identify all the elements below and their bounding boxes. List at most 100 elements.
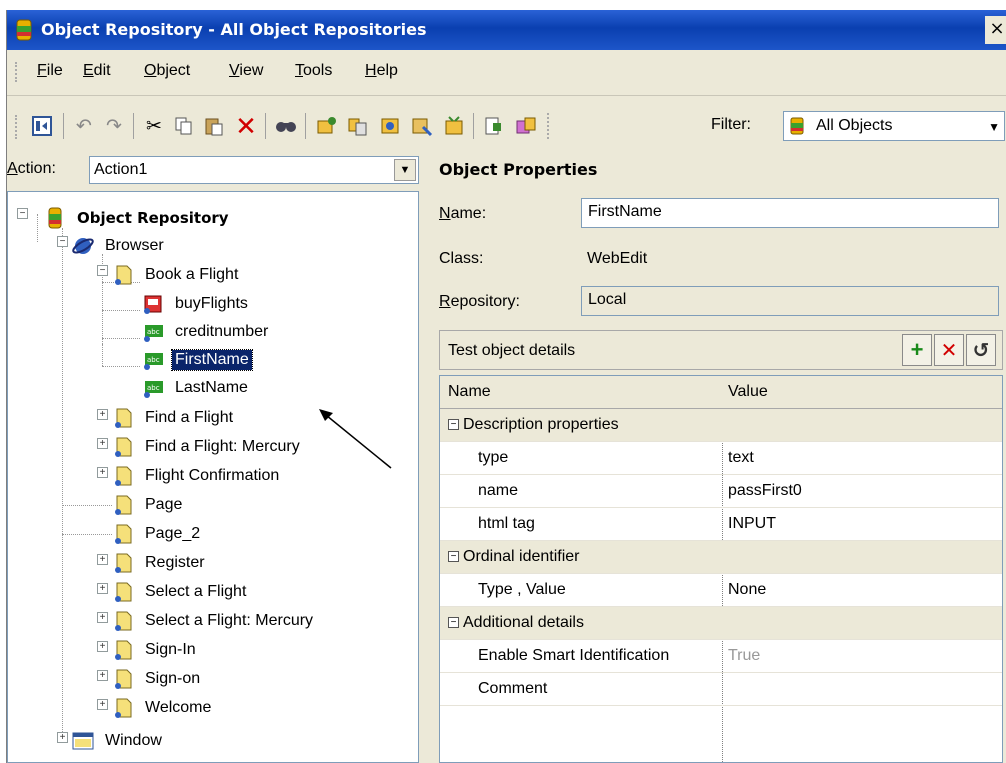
svg-text:abc: abc bbox=[147, 384, 160, 392]
tree-line bbox=[102, 338, 140, 339]
expand-toggle[interactable]: + bbox=[97, 554, 108, 565]
close-button[interactable]: × bbox=[985, 16, 1006, 44]
tree-item-browser[interactable]: Browser bbox=[72, 232, 167, 260]
expand-toggle[interactable]: + bbox=[97, 467, 108, 478]
tree-item-select-a-flight[interactable]: Select a Flight bbox=[112, 578, 249, 606]
group-additional-details[interactable]: − Additional details bbox=[440, 607, 1002, 640]
menu-edit[interactable]: Edit bbox=[83, 62, 111, 80]
object-spy-icon[interactable] bbox=[377, 113, 403, 139]
properties-icon[interactable] bbox=[29, 113, 55, 139]
property-row-smart-identification[interactable]: Enable Smart Identification True bbox=[440, 640, 1002, 673]
tree-item-creditnumber[interactable]: abc creditnumber bbox=[142, 318, 271, 346]
repository-label: Repository: bbox=[439, 293, 520, 310]
tree-item-find-a-flight[interactable]: Find a Flight bbox=[112, 404, 236, 432]
page-icon bbox=[115, 553, 132, 573]
locate-icon[interactable] bbox=[481, 113, 507, 139]
property-row-type-value[interactable]: Type , Value None bbox=[440, 574, 1002, 607]
menu-file[interactable]: File bbox=[37, 62, 63, 80]
navigate-icon[interactable] bbox=[441, 113, 467, 139]
tree-item-object-repository[interactable]: Object Repository bbox=[44, 204, 232, 232]
collapse-toggle[interactable]: − bbox=[448, 617, 459, 629]
class-value: WebEdit bbox=[587, 250, 648, 267]
tree-item-window[interactable]: Window bbox=[72, 727, 165, 755]
group-ordinal-identifier[interactable]: − Ordinal identifier bbox=[440, 541, 1002, 574]
expand-toggle[interactable]: + bbox=[97, 641, 108, 652]
toolbar-separator bbox=[473, 113, 474, 139]
expand-toggle[interactable]: + bbox=[97, 583, 108, 594]
page-icon bbox=[115, 466, 132, 486]
menu-tools[interactable]: Tools bbox=[295, 62, 332, 80]
toolbar-separator bbox=[305, 113, 306, 139]
toolbar-grip bbox=[15, 115, 18, 139]
name-field[interactable]: FirstName bbox=[581, 198, 999, 228]
property-row-comment[interactable]: Comment bbox=[440, 673, 1002, 706]
tree-line bbox=[62, 534, 112, 535]
paste-icon[interactable] bbox=[201, 113, 227, 139]
undo-icon[interactable]: ↶ bbox=[71, 113, 97, 139]
remove-property-button[interactable]: ✕ bbox=[934, 334, 964, 366]
column-header-name[interactable]: Name bbox=[448, 383, 491, 401]
collapse-toggle[interactable]: − bbox=[17, 208, 28, 219]
tree-item-page-2[interactable]: Page_2 bbox=[112, 520, 203, 548]
edit-field-icon: abc bbox=[144, 325, 163, 342]
menu-object[interactable]: Object bbox=[144, 62, 190, 80]
tree-item-register[interactable]: Register bbox=[112, 549, 208, 577]
page-icon bbox=[115, 524, 132, 544]
tree-item-sign-in[interactable]: Sign-In bbox=[112, 636, 199, 664]
expand-toggle[interactable]: + bbox=[97, 612, 108, 623]
page-icon bbox=[115, 265, 132, 285]
svg-text:abc: abc bbox=[147, 328, 160, 336]
class-label: Class: bbox=[439, 250, 484, 267]
cut-icon[interactable]: ✂ bbox=[141, 113, 167, 139]
collapse-toggle[interactable]: − bbox=[97, 265, 108, 276]
add-property-button[interactable]: + bbox=[902, 334, 932, 366]
collapse-toggle[interactable]: − bbox=[57, 236, 68, 247]
tree-item-flight-confirmation[interactable]: Flight Confirmation bbox=[112, 462, 282, 490]
tree-item-select-a-flight-mercury[interactable]: Select a Flight: Mercury bbox=[112, 607, 316, 635]
property-row-name[interactable]: name passFirst0 bbox=[440, 475, 1002, 508]
tree-item-welcome[interactable]: Welcome bbox=[112, 694, 214, 722]
property-row-html-tag[interactable]: html tag INPUT bbox=[440, 508, 1002, 541]
refresh-icon[interactable]: ↺ bbox=[966, 334, 996, 366]
toolbar: ↶ ↷ ✂ ✕ Filter: All Objects ▼ bbox=[7, 97, 1006, 155]
expand-toggle[interactable]: + bbox=[97, 699, 108, 710]
tree-item-book-a-flight[interactable]: Book a Flight bbox=[112, 261, 241, 289]
tree-line bbox=[37, 214, 38, 242]
action-dropdown[interactable]: Action1 ▼ bbox=[89, 156, 419, 184]
column-header-value[interactable]: Value bbox=[728, 383, 768, 401]
group-description-properties[interactable]: − Description properties bbox=[440, 409, 1002, 442]
title-bar[interactable]: Object Repository - All Object Repositor… bbox=[7, 10, 1006, 50]
collapse-toggle[interactable]: − bbox=[448, 551, 459, 563]
menu-help[interactable]: Help bbox=[365, 62, 398, 80]
grid-header: Name Value bbox=[440, 376, 1002, 409]
tree-item-sign-on[interactable]: Sign-on bbox=[112, 665, 203, 693]
tree-item-lastname[interactable]: abc LastName bbox=[142, 374, 251, 402]
page-icon bbox=[115, 698, 132, 718]
tree-item-buyflights[interactable]: buyFlights bbox=[142, 290, 251, 318]
merge-icon[interactable] bbox=[513, 113, 539, 139]
tree-item-page[interactable]: Page bbox=[112, 491, 185, 519]
image-icon bbox=[144, 295, 162, 314]
expand-toggle[interactable]: + bbox=[97, 670, 108, 681]
delete-icon[interactable]: ✕ bbox=[233, 111, 259, 141]
collapse-toggle[interactable]: − bbox=[448, 419, 459, 431]
filter-label: Filter: bbox=[711, 116, 751, 133]
chevron-down-icon[interactable]: ▼ bbox=[988, 120, 1000, 134]
tree-item-find-a-flight-mercury[interactable]: Find a Flight: Mercury bbox=[112, 433, 303, 461]
find-icon[interactable] bbox=[273, 113, 299, 139]
menu-view[interactable]: View bbox=[229, 62, 263, 80]
tree-item-firstname[interactable]: abc FirstName bbox=[142, 346, 253, 374]
expand-toggle[interactable]: + bbox=[57, 732, 68, 743]
filter-dropdown[interactable]: All Objects ▼ bbox=[783, 111, 1005, 141]
object-tree: − Object Repository − Browser − Book a F… bbox=[7, 191, 419, 763]
expand-toggle[interactable]: + bbox=[97, 409, 108, 420]
toolbar-separator bbox=[547, 113, 549, 139]
chevron-down-icon[interactable]: ▼ bbox=[394, 159, 416, 181]
highlight-icon[interactable] bbox=[409, 113, 435, 139]
add-objects-icon[interactable] bbox=[345, 113, 371, 139]
copy-icon[interactable] bbox=[171, 113, 197, 139]
redo-icon[interactable]: ↷ bbox=[101, 113, 127, 139]
expand-toggle[interactable]: + bbox=[97, 438, 108, 449]
add-object-icon[interactable] bbox=[313, 113, 339, 139]
property-row-type[interactable]: type text bbox=[440, 442, 1002, 475]
